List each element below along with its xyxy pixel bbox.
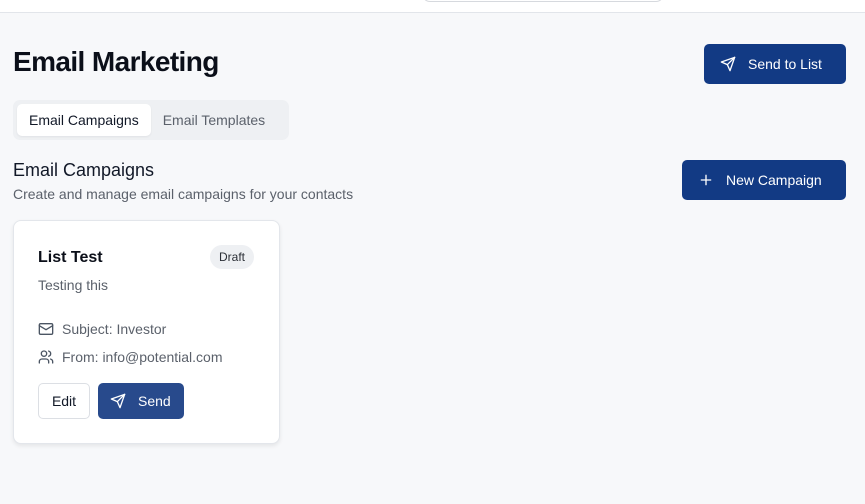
send-to-list-button[interactable]: Send to List <box>704 44 846 84</box>
tab-list: Email Campaigns Email Templates <box>13 100 289 140</box>
section-subtitle: Create and manage email campaigns for yo… <box>13 186 354 202</box>
new-campaign-label: New Campaign <box>726 172 822 188</box>
tab-email-campaigns[interactable]: Email Campaigns <box>17 104 151 136</box>
campaign-description: Testing this <box>38 277 109 293</box>
status-badge: Draft <box>210 245 255 269</box>
campaign-from-text: From: info@potential.com <box>62 349 223 365</box>
mail-icon <box>38 323 54 335</box>
tab-email-templates[interactable]: Email Templates <box>151 104 277 136</box>
users-icon <box>38 350 54 364</box>
top-bar <box>0 0 865 13</box>
campaign-subject-text: Subject: Investor <box>62 321 167 337</box>
send-to-list-label: Send to List <box>748 56 822 72</box>
send-icon <box>720 56 736 72</box>
campaign-card: List Test Draft Testing this Subject: In… <box>13 220 280 444</box>
plus-icon <box>700 174 712 186</box>
page-title: Email Marketing <box>13 46 219 77</box>
global-search-input[interactable] <box>422 0 664 2</box>
campaign-subject: Subject: Investor <box>38 321 166 337</box>
campaign-name: List Test <box>38 249 103 266</box>
section-title: Email Campaigns <box>13 160 155 180</box>
send-icon <box>110 393 126 409</box>
new-campaign-button[interactable]: New Campaign <box>682 160 846 200</box>
send-label: Send <box>138 393 171 409</box>
campaign-from: From: info@potential.com <box>38 349 223 365</box>
send-button[interactable]: Send <box>98 383 184 419</box>
edit-button[interactable]: Edit <box>38 383 90 419</box>
